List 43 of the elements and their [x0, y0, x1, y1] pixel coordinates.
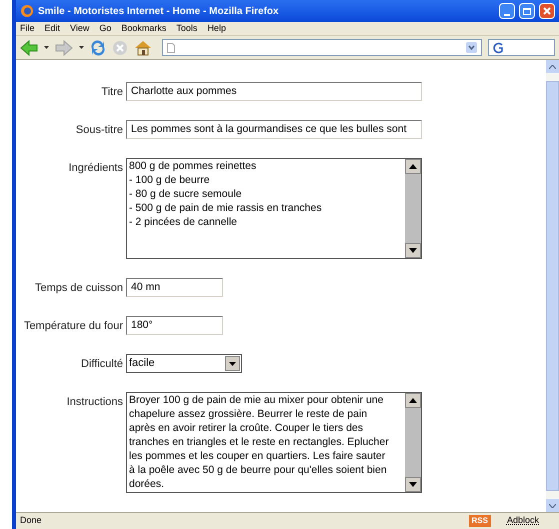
- field-label: Température du four: [22, 319, 124, 334]
- text-field[interactable]: Les pommes sont à la gourmandises ce que les bulles sont: [126, 120, 422, 139]
- address-bar[interactable]: [162, 39, 482, 56]
- maximize-button[interactable]: [519, 3, 535, 19]
- scroll-down-arrow-icon[interactable]: [409, 482, 417, 487]
- text-field[interactable]: Charlotte aux pommes: [126, 82, 422, 101]
- menu-item[interactable]: Tools: [176, 22, 198, 36]
- text-field[interactable]: 180°: [126, 316, 223, 335]
- scroll-down-arrow-icon[interactable]: [409, 248, 417, 253]
- menu-item[interactable]: Bookmarks: [121, 22, 166, 36]
- back-arrow-icon[interactable]: [20, 40, 38, 56]
- scroll-up-arrow-icon[interactable]: [409, 398, 417, 403]
- field-label: Instructions: [66, 395, 124, 410]
- dropdown-caret-icon[interactable]: [44, 46, 49, 49]
- menu-item[interactable]: File: [20, 22, 35, 36]
- close-button[interactable]: [539, 3, 555, 19]
- field-label: Ingrédients: [68, 161, 124, 176]
- reload-icon[interactable]: [90, 40, 106, 56]
- menu-item[interactable]: Go: [99, 22, 112, 36]
- dropdown-select[interactable]: facile: [126, 354, 242, 373]
- text-area[interactable]: 800 g de pommes reinettes - 100 g de beurre - 80 g de sucre semoule - 500 g de pain de mie rassis en tranches - 2 pincées de cannelle: [126, 158, 422, 259]
- window-title: Smile - Motoristes Internet - Home - Mozilla Firefox: [38, 4, 280, 18]
- search-field[interactable]: [488, 39, 555, 56]
- minimize-button[interactable]: [499, 3, 515, 19]
- firefox-icon: [20, 4, 34, 18]
- text-field[interactable]: 40 mn: [126, 278, 223, 297]
- status-text: Done: [20, 514, 43, 528]
- page-icon: [167, 42, 175, 52]
- menu-item[interactable]: Edit: [44, 22, 60, 36]
- menu-item[interactable]: View: [70, 22, 90, 36]
- dropdown-caret-icon[interactable]: [79, 46, 84, 49]
- scroll-up-arrow-icon[interactable]: [409, 164, 417, 169]
- field-label: Difficulté: [80, 357, 124, 372]
- field-label: Titre: [100, 85, 124, 100]
- field-label: Temps de cuisson: [34, 281, 124, 296]
- adblock-label[interactable]: Adblock: [506, 514, 539, 528]
- close-icon: [543, 7, 551, 15]
- menu-item[interactable]: Help: [207, 22, 226, 36]
- search-engine-icon: [493, 42, 505, 54]
- text-area[interactable]: Broyer 100 g de pain de mie au mixer pour obtenir une chapelure assez grossière. Beurrer le reste de pain après en avoir retirer la croûte. Couper le tiers des tranches en triangles et le reste en rectangles. Eplucher les pommes et les couper en quartiers. Les faire sauter à la poêle avec 50 g de beurre pour qu'elles soient bien dorées.: [126, 392, 422, 493]
- home-icon[interactable]: [134, 40, 152, 56]
- dropdown-arrow-icon[interactable]: [229, 362, 236, 366]
- field-label: Sous-titre: [74, 123, 124, 138]
